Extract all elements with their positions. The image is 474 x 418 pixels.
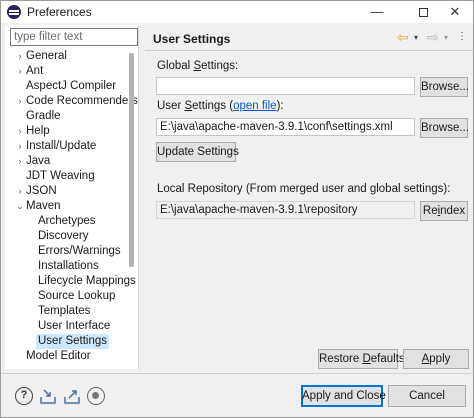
tree-item-label: Templates bbox=[38, 305, 91, 317]
tree-item-label: Code Recommenders bbox=[26, 95, 138, 107]
export-arrow-icon bbox=[64, 390, 80, 404]
restore-defaults-label-mnemonic: D bbox=[362, 353, 371, 365]
global-settings-browse-button[interactable]: Browse... bbox=[420, 77, 469, 97]
close-button[interactable]: ✕ bbox=[435, 1, 474, 23]
eclipse-logo-icon bbox=[7, 5, 21, 19]
tree-item-label: Errors/Warnings bbox=[38, 245, 121, 257]
user-settings-label-mnemonic: S bbox=[184, 100, 193, 112]
view-menu-icon[interactable]: ⋮ bbox=[457, 31, 467, 42]
tree-item-label: Java bbox=[26, 155, 51, 167]
tree-item-label: Source Lookup bbox=[38, 290, 116, 302]
cancel-button[interactable]: Cancel bbox=[388, 385, 466, 407]
back-dropdown-icon[interactable]: ▾ bbox=[414, 33, 418, 42]
reindex-label-post: ndex bbox=[440, 205, 466, 217]
global-settings-label: Global Settings: bbox=[157, 60, 238, 72]
tree-item-label: Archetypes bbox=[38, 215, 96, 227]
forward-dropdown-icon[interactable]: ▾ bbox=[444, 33, 448, 42]
tree-item-label: Ant bbox=[26, 65, 44, 77]
apply-label-post: pply bbox=[429, 353, 451, 365]
back-arrow-icon[interactable]: ⇦ bbox=[397, 29, 409, 46]
tree-item-label: User Interface bbox=[38, 320, 111, 332]
minimize-button[interactable]: — bbox=[357, 1, 397, 23]
tree-item-label: Gradle bbox=[26, 110, 61, 122]
user-settings-field[interactable]: E:\java\apache-maven-3.9.1\conf\settings… bbox=[156, 118, 415, 136]
restore-defaults-label-pre: Restore bbox=[319, 353, 363, 365]
global-settings-field[interactable] bbox=[156, 77, 415, 95]
help-icon[interactable]: ? bbox=[15, 387, 33, 405]
window-title: Preferences bbox=[27, 5, 92, 19]
tree-scrollbar-thumb[interactable] bbox=[129, 53, 134, 267]
collapsed-chevron-icon[interactable]: › bbox=[15, 64, 25, 79]
page-title: User Settings bbox=[153, 32, 231, 46]
collapsed-chevron-icon[interactable]: › bbox=[15, 94, 25, 109]
tree-item-label: Help bbox=[26, 125, 50, 137]
preferences-window: Preferences — ✕ ›General›AntAspectJ Comp… bbox=[0, 0, 474, 418]
export-preferences-icon[interactable] bbox=[63, 387, 81, 405]
update-settings-button[interactable]: Update Settings bbox=[156, 142, 239, 162]
preference-tree-pane: ›General›AntAspectJ Compiler›Code Recomm… bbox=[5, 25, 139, 369]
tree-item-label: General bbox=[26, 50, 67, 62]
tree-item-label: Discovery bbox=[38, 230, 89, 242]
tree-item-label: User Settings bbox=[36, 334, 110, 349]
collapsed-chevron-icon[interactable]: › bbox=[15, 49, 25, 64]
collapsed-chevron-icon[interactable]: › bbox=[15, 154, 25, 169]
filter-input[interactable] bbox=[10, 28, 138, 46]
reindex-label-pre: Re bbox=[422, 205, 438, 217]
apply-button[interactable]: Apply bbox=[403, 349, 469, 369]
tree-item-label: Maven bbox=[26, 200, 61, 212]
user-settings-label-post: ettings ( bbox=[192, 100, 234, 112]
user-settings-label-pre: User bbox=[157, 100, 185, 112]
global-settings-label-mnemonic: S bbox=[193, 60, 202, 72]
local-repository-label: Local Repository (From merged user and g… bbox=[157, 183, 451, 195]
global-settings-label-pre: Global bbox=[157, 60, 194, 72]
apply-and-close-button[interactable]: Apply and Close bbox=[301, 385, 386, 407]
restore-defaults-label-post: efaults bbox=[370, 353, 405, 365]
local-repository-field: E:\java\apache-maven-3.9.1\repository bbox=[156, 201, 415, 219]
footer-separator bbox=[1, 373, 473, 374]
restore-defaults-button[interactable]: Restore Defaults bbox=[318, 349, 405, 369]
tree-item-label: Installations bbox=[38, 260, 99, 272]
expanded-chevron-icon[interactable]: ⌄ bbox=[15, 199, 25, 214]
maximize-icon bbox=[418, 8, 428, 18]
page-header: User Settings ⇦ ▾ ⇨ ▾ ⋮ bbox=[145, 25, 473, 51]
user-settings-browse-button[interactable]: Browse... bbox=[420, 118, 469, 138]
global-settings-label-post: ettings: bbox=[201, 60, 239, 72]
tree-item-label: Model Editor bbox=[26, 350, 91, 362]
user-settings-label: User Settings (open file): bbox=[157, 100, 284, 112]
user-settings-label-end: ): bbox=[276, 100, 284, 112]
collapsed-chevron-icon[interactable]: › bbox=[15, 184, 25, 199]
tree-item-label: JDT Weaving bbox=[26, 170, 95, 182]
tree-item-label: JSON bbox=[26, 185, 57, 197]
tree-item-label: AspectJ Compiler bbox=[26, 80, 117, 92]
collapsed-chevron-icon[interactable]: › bbox=[15, 124, 25, 139]
import-preferences-icon[interactable] bbox=[39, 387, 57, 405]
collapsed-chevron-icon[interactable]: › bbox=[15, 139, 25, 154]
forward-arrow-icon[interactable]: ⇨ bbox=[427, 29, 439, 46]
tree-item-label: Install/Update bbox=[26, 140, 97, 152]
tree-item-label: Lifecycle Mappings bbox=[38, 275, 136, 287]
record-icon[interactable] bbox=[87, 387, 105, 405]
import-arrow-icon bbox=[40, 389, 56, 404]
reindex-button[interactable]: Reindex bbox=[420, 201, 468, 221]
title-bar: Preferences — ✕ bbox=[1, 1, 473, 23]
open-file-link[interactable]: open file bbox=[233, 100, 276, 112]
preference-page: User Settings ⇦ ▾ ⇨ ▾ ⋮ Global Settings:… bbox=[145, 25, 473, 369]
